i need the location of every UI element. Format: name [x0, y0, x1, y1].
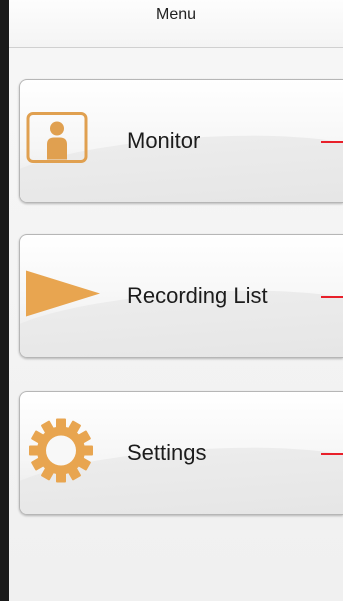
indicator-line	[321, 296, 343, 298]
monitor-label: Monitor	[127, 128, 201, 153]
gear-icon	[26, 416, 96, 491]
monitor-button[interactable]: Monitor	[19, 79, 343, 203]
person-icon	[26, 112, 90, 171]
indicator-line	[321, 453, 343, 455]
indicator-line	[321, 141, 343, 143]
settings-button[interactable]: Settings	[19, 391, 343, 515]
settings-label: Settings	[127, 440, 207, 465]
page-title: Menu	[155, 5, 197, 23]
menu-screen: Menu Monitor Recording List Settings	[0, 0, 343, 601]
recording-list-button[interactable]: Recording List	[19, 234, 343, 358]
recording-list-label: Recording List	[127, 283, 268, 308]
title-bar: Menu	[9, 0, 343, 48]
play-icon	[26, 269, 106, 324]
